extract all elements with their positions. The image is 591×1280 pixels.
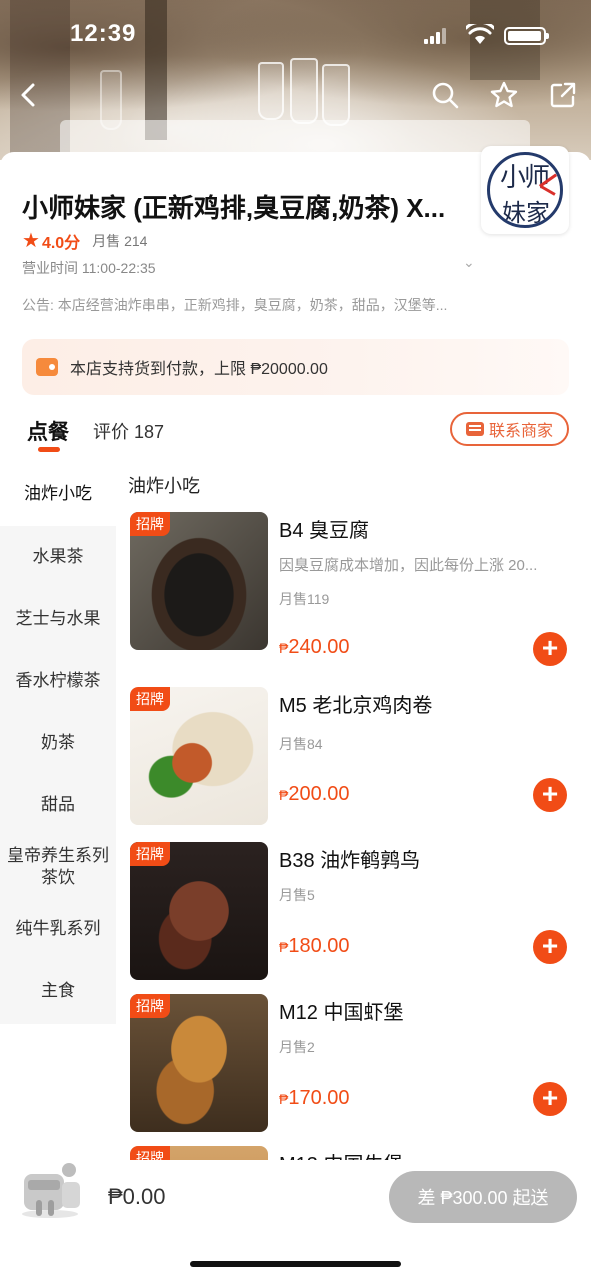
contact-merchant-button[interactable]: 联系商家 (450, 412, 569, 446)
checkout-button[interactable]: 差 ₱300.00 起送 (389, 1171, 577, 1223)
store-logo: 小师 妹家 (481, 146, 569, 234)
item-price: ₱240.00 (279, 636, 350, 658)
item-name: B38 油炸鹌鹑鸟 (279, 850, 421, 872)
sidebar-item-emperor-tea[interactable]: 皇帝养生系列茶饮 (0, 836, 116, 898)
sidebar-item-cheese-fruit[interactable]: 芝士与水果 (0, 588, 116, 650)
status-bar: 12:39 (0, 0, 591, 70)
home-indicator[interactable] (190, 1261, 401, 1267)
item-price: ₱170.00 (279, 1087, 350, 1109)
store-icon (465, 422, 484, 436)
cash-on-delivery-banner: 本店支持货到付款，上限 ₱20000.00 (22, 339, 569, 395)
store-tabs: 点餐 评价 187 联系商家 (0, 410, 591, 460)
menu-item[interactable]: 招牌 M12 中国虾堡 月售2 ₱170.00 + (128, 994, 580, 1134)
add-to-cart-button[interactable]: + (533, 632, 567, 666)
category-sidebar: 油炸小吃 水果茶 芝士与水果 香水柠檬茶 奶茶 甜品 皇帝养生系列茶饮 纯牛乳系… (0, 462, 116, 1024)
search-icon[interactable] (430, 80, 460, 110)
cash-on-delivery-text: 本店支持货到付款，上限 ₱20000.00 (70, 361, 328, 378)
item-price: ₱200.00 (279, 783, 350, 805)
food-image[interactable]: 招牌 (130, 994, 268, 1132)
tab-reviews[interactable]: 评价 187 (93, 418, 164, 444)
shopping-bag-icon[interactable] (14, 1160, 88, 1220)
add-to-cart-button[interactable]: + (533, 930, 567, 964)
store-rating: ★ 4.0分 月售 214 (22, 228, 147, 253)
add-to-cart-button[interactable]: + (533, 778, 567, 812)
back-icon[interactable] (14, 80, 44, 110)
food-image[interactable]: 招牌 (130, 842, 268, 980)
item-name: B4 臭豆腐 (279, 520, 370, 542)
sidebar-item-desserts[interactable]: 甜品 (0, 774, 116, 836)
contact-merchant-label: 联系商家 (488, 423, 553, 440)
expand-chevron-icon[interactable]: ⌄ (463, 254, 475, 271)
cellular-signal-icon (424, 28, 446, 44)
store-monthly-sales: 月售 214 (92, 232, 148, 249)
item-sales: 月售2 (279, 1039, 315, 1055)
sidebar-item-lemon-tea[interactable]: 香水柠檬茶 (0, 650, 116, 712)
favorite-star-icon[interactable] (489, 80, 519, 110)
rating-star-icon: ★ (22, 230, 40, 252)
store-banner: 12:39 (0, 0, 591, 160)
cart-total: ₱0.00 (108, 1184, 166, 1209)
wifi-icon (466, 24, 494, 44)
item-sales: 月售119 (279, 591, 330, 607)
sidebar-item-fruit-tea[interactable]: 水果茶 (0, 526, 116, 588)
food-image[interactable]: 招牌 (130, 687, 268, 825)
share-icon[interactable] (548, 80, 578, 110)
sidebar-item-milk-tea[interactable]: 奶茶 (0, 712, 116, 774)
item-description: 因臭豆腐成本增加，因此每份上涨 20... (279, 557, 538, 574)
item-sales: 月售84 (279, 736, 323, 752)
cart-bar: ₱0.00 差 ₱300.00 起送 (0, 1160, 591, 1280)
item-sales: 月售5 (279, 887, 315, 903)
signature-badge: 招牌 (130, 994, 170, 1018)
sidebar-item-main-dishes[interactable]: 主食 (0, 960, 116, 1022)
signature-badge: 招牌 (130, 512, 170, 536)
battery-icon (504, 27, 549, 45)
category-heading: 油炸小吃 (128, 476, 200, 496)
food-image[interactable]: 招牌 (130, 512, 268, 650)
store-hours: 营业时间 11:00-22:35 (22, 260, 156, 276)
menu-item[interactable]: 招牌 B38 油炸鹌鹑鸟 月售5 ₱180.00 + (128, 842, 580, 982)
item-name: M5 老北京鸡肉卷 (279, 695, 433, 717)
add-to-cart-button[interactable]: + (533, 1082, 567, 1116)
wallet-icon (36, 358, 58, 376)
signature-badge: 招牌 (130, 842, 170, 866)
status-time: 12:39 (70, 20, 137, 47)
store-name: 小师妹家 (正新鸡排,臭豆腐,奶茶) X... (22, 193, 446, 223)
sidebar-item-fried-snacks[interactable]: 油炸小吃 (0, 462, 116, 526)
menu-item[interactable]: 招牌 B4 臭豆腐 因臭豆腐成本增加，因此每份上涨 20... 月售119 ₱2… (128, 512, 580, 666)
store-notice[interactable]: 公告: 本店经营油炸串串，正新鸡排，臭豆腐，奶茶，甜品，汉堡等... (22, 295, 502, 315)
tab-order[interactable]: 点餐 (27, 416, 69, 446)
signature-badge: 招牌 (130, 687, 170, 711)
item-name: M12 中国虾堡 (279, 1002, 404, 1024)
sidebar-item-pure-milk[interactable]: 纯牛乳系列 (0, 898, 116, 960)
item-price: ₱180.00 (279, 935, 350, 957)
menu-item[interactable]: 招牌 M5 老北京鸡肉卷 月售84 ₱200.00 + (128, 687, 580, 827)
rating-score: 4.0分 (41, 234, 81, 252)
active-tab-indicator (38, 447, 60, 452)
